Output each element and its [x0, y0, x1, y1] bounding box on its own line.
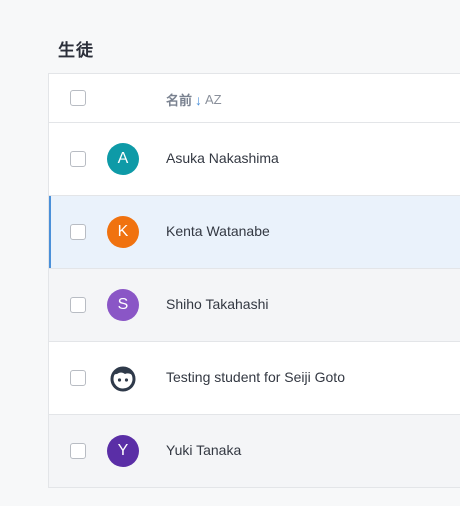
student-name[interactable]: Testing student for Seiji Goto	[166, 369, 345, 385]
row-checkbox[interactable]	[70, 370, 86, 386]
students-table: 名前 ↓ AZ A Asuka Nakashima K Kenta Watana…	[48, 73, 460, 488]
table-row[interactable]: S Shiho Takahashi	[49, 269, 460, 342]
avatar: S	[107, 289, 139, 321]
student-name[interactable]: Shiho Takahashi	[166, 296, 268, 312]
table-row[interactable]: K Kenta Watanabe	[49, 196, 460, 269]
student-name[interactable]: Yuki Tanaka	[166, 442, 241, 458]
table-row[interactable]: Testing student for Seiji Goto	[49, 342, 460, 415]
row-checkbox[interactable]	[70, 224, 86, 240]
table-row[interactable]: A Asuka Nakashima	[49, 123, 460, 196]
row-checkbox[interactable]	[70, 297, 86, 313]
avatar: K	[107, 216, 139, 248]
row-checkbox[interactable]	[70, 443, 86, 459]
section-title: 生徒	[58, 41, 94, 60]
student-name[interactable]: Kenta Watanabe	[166, 223, 270, 239]
name-column-label: 名前	[166, 93, 193, 108]
face-avatar-icon	[107, 362, 139, 394]
name-column-header[interactable]: 名前 ↓ AZ	[166, 90, 222, 109]
table-row[interactable]: Y Yuki Tanaka	[49, 415, 460, 487]
table-header-row: 名前 ↓ AZ	[49, 74, 460, 123]
row-checkbox[interactable]	[70, 151, 86, 167]
avatar: Y	[107, 435, 139, 467]
select-all-checkbox[interactable]	[70, 90, 86, 106]
sort-az-icon: AZ	[205, 92, 222, 107]
arrow-down-icon: ↓	[195, 91, 203, 108]
student-name[interactable]: Asuka Nakashima	[166, 150, 279, 166]
avatar: A	[107, 143, 139, 175]
